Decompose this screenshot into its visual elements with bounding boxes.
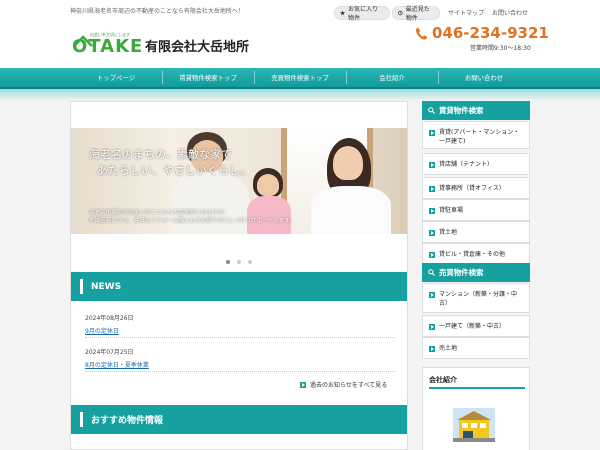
star-icon bbox=[340, 10, 346, 16]
slide-girl-clothes bbox=[247, 196, 291, 234]
slide-caption-line2: 地域密着だから、賃貸もリフォーム購入もきめ細やかにしっかりサポートします。 bbox=[89, 218, 296, 224]
phone-number-text: 046-234-9321 bbox=[432, 24, 549, 42]
recommended-title: おすすめ物件情報 bbox=[91, 416, 164, 426]
business-hours: 営業時間9:30～18:30 bbox=[470, 45, 531, 52]
slide-woman-face bbox=[333, 146, 363, 180]
slide-headline-line1: 海老名のまちの、素敵な家で bbox=[89, 148, 232, 161]
sidebar-item-label: 貸土地 bbox=[439, 229, 458, 236]
arrow-right-icon bbox=[429, 291, 435, 298]
nav-item-sale-search[interactable]: 売買物件検索トップ bbox=[254, 68, 346, 87]
separator: | bbox=[484, 8, 487, 15]
top-contact-link[interactable]: お問い合わせ bbox=[492, 8, 528, 17]
recommended-section-header: おすすめ物件情報 bbox=[71, 405, 407, 434]
sidebar-item-label: 貸事務所（貸オフィス） bbox=[439, 185, 505, 192]
recently-viewed-label: 最近見た物件 bbox=[405, 6, 430, 22]
hero-slider[interactable]: 海老名のまちの、素敵な家で あたらしい、やさしいくらし。 海老名市周辺の住まいの… bbox=[71, 128, 407, 234]
company-intro-underline bbox=[429, 387, 525, 389]
search-icon bbox=[428, 269, 435, 276]
sale-search-title: 売買物件検索 bbox=[439, 268, 484, 277]
clock-icon bbox=[398, 10, 403, 16]
arrow-right-icon bbox=[429, 185, 435, 192]
favorites-button[interactable]: お気に入り物件 bbox=[334, 6, 390, 22]
arrow-right-icon bbox=[429, 207, 435, 214]
company-intro-title: 会社紹介 bbox=[429, 376, 457, 384]
sidebar-item-rental-store[interactable]: 貸店舗（テナント） bbox=[422, 153, 530, 175]
sitemap-link[interactable]: サイトマップ bbox=[448, 8, 484, 17]
news-item: 2024年08月26日 9月の定休日 bbox=[85, 313, 395, 335]
site-tagline: 神奈川県海老名市周辺の不動産のことなら有限会社大岳地所へ！ bbox=[70, 8, 244, 15]
section-accent-bar bbox=[80, 412, 83, 427]
sidebar-item-label: 貸駐車場 bbox=[439, 207, 464, 214]
top-bar: 神奈川県海老名市周辺の不動産のことなら有限会社大岳地所へ！ お気に入り物件 最近… bbox=[0, 0, 600, 22]
slider-dot-2[interactable] bbox=[237, 260, 241, 264]
news-date: 2024年07月25日 bbox=[85, 349, 134, 356]
sidebar-item-sale-house[interactable]: 一戸建て（新築・中古） bbox=[422, 315, 530, 337]
rental-search-header: 賃貸物件検索 bbox=[422, 101, 530, 120]
site-header: 出会いを大切にします OTAKE 有限会社大岳地所 046-234-9321 営… bbox=[0, 22, 600, 68]
news-item: 2024年07月25日 8月の定休日・夏季休業 bbox=[85, 347, 395, 369]
company-name: 有限会社大岳地所 bbox=[145, 40, 250, 55]
news-divider bbox=[85, 337, 395, 338]
news-date: 2024年08月26日 bbox=[85, 315, 134, 322]
news-more-link[interactable]: 過去のお知らせをすべて見る bbox=[300, 380, 387, 389]
sidebar-item-rental-other[interactable]: 貸ビル・貸倉庫・その他 bbox=[422, 243, 530, 265]
sidebar-item-label: 貸ビル・貸倉庫・その他 bbox=[439, 251, 506, 258]
office-building-image bbox=[453, 408, 495, 442]
slide-caption-line1: 海老名市周辺の住まいのことなら大岳地所におまかせ！ bbox=[89, 210, 229, 216]
slider-dot-1[interactable] bbox=[226, 260, 230, 264]
news-link[interactable]: 9月の定休日 bbox=[85, 326, 395, 335]
favorites-label: お気に入り物件 bbox=[348, 6, 379, 22]
arrow-right-icon bbox=[300, 381, 306, 388]
slide-woman-sweater bbox=[311, 186, 391, 234]
news-section-header: NEWS bbox=[71, 272, 407, 301]
site-logo[interactable]: 出会いを大切にします OTAKE bbox=[72, 32, 142, 62]
sidebar-item-label: マンション（新築・分譲・中古） bbox=[439, 291, 518, 307]
sidebar-item-label: 貸店舗（テナント） bbox=[439, 161, 494, 168]
sidebar-item-label: 売土地 bbox=[439, 345, 458, 352]
news-more-label: 過去のお知らせをすべて見る bbox=[310, 382, 388, 389]
global-nav: トップページ 賃貸物件検索トップ 売買物件検索トップ 会社紹介 お問い合わせ bbox=[0, 68, 600, 89]
arrow-right-icon bbox=[429, 345, 435, 352]
sidebar-item-label: 一戸建て（新築・中古） bbox=[439, 323, 506, 330]
sidebar-item-sale-land[interactable]: 売土地 bbox=[422, 337, 530, 359]
arrow-right-icon bbox=[429, 229, 435, 236]
phone-icon bbox=[416, 27, 427, 39]
sidebar-item-sale-condo[interactable]: マンション（新築・分譲・中古） bbox=[422, 283, 530, 313]
slide-girl-face bbox=[257, 174, 279, 196]
sidebar-item-rental-parking[interactable]: 貸駐車場 bbox=[422, 199, 530, 221]
sidebar-item-rental-residence[interactable]: 賃貸(アパート・マンション・一戸建て) bbox=[422, 121, 530, 149]
company-intro-box[interactable]: 会社紹介 bbox=[422, 367, 530, 450]
recently-viewed-button[interactable]: 最近見た物件 bbox=[392, 6, 440, 22]
news-title: NEWS bbox=[91, 281, 122, 292]
sidebar-item-rental-land[interactable]: 貸土地 bbox=[422, 221, 530, 243]
nav-item-top[interactable]: トップページ bbox=[70, 68, 162, 87]
arrow-right-icon bbox=[429, 323, 435, 330]
arrow-right-icon bbox=[429, 161, 435, 168]
nav-item-company[interactable]: 会社紹介 bbox=[346, 68, 438, 87]
arrow-right-icon bbox=[429, 129, 435, 136]
slider-dot-3[interactable] bbox=[248, 260, 252, 264]
slider-pagination bbox=[226, 260, 252, 264]
search-icon bbox=[428, 107, 435, 114]
logo-wordmark: OTAKE bbox=[72, 36, 144, 57]
header-gradient-band bbox=[0, 89, 600, 101]
sidebar-item-label: 賃貸(アパート・マンション・一戸建て) bbox=[439, 129, 520, 145]
arrow-right-icon bbox=[429, 251, 435, 258]
news-divider bbox=[85, 371, 395, 372]
slide-headline-line2: あたらしい、やさしいくらし。 bbox=[97, 164, 251, 177]
section-accent-bar bbox=[80, 279, 83, 294]
nav-item-contact[interactable]: お問い合わせ bbox=[438, 68, 530, 87]
slide-man-shirt bbox=[171, 172, 249, 234]
nav-item-rental-search[interactable]: 賃貸物件検索トップ bbox=[162, 68, 254, 87]
sidebar-item-rental-office[interactable]: 貸事務所（貸オフィス） bbox=[422, 177, 530, 199]
sale-search-header: 売買物件検索 bbox=[422, 263, 530, 282]
main-content: 海老名のまちの、素敵な家で あたらしい、やさしいくらし。 海老名市周辺の住まいの… bbox=[70, 101, 408, 450]
phone-number[interactable]: 046-234-9321 bbox=[416, 24, 549, 42]
rental-search-title: 賃貸物件検索 bbox=[439, 106, 484, 115]
news-link[interactable]: 8月の定休日・夏季休業 bbox=[85, 360, 395, 369]
